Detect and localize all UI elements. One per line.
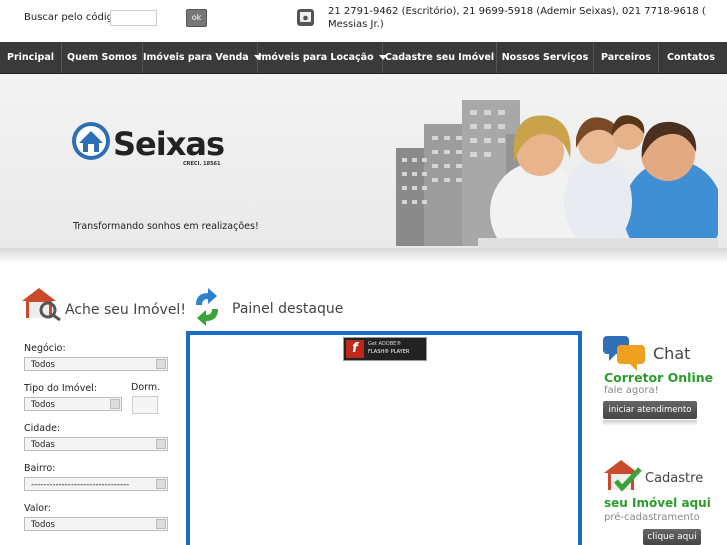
house-check-icon	[604, 460, 642, 492]
tipo-label: Tipo do Imóvel:	[24, 383, 98, 394]
phone-icon	[297, 9, 314, 26]
negocio-label: Negócio:	[24, 343, 66, 354]
featured-panel	[186, 331, 582, 545]
valor-label: Valor:	[24, 503, 51, 514]
cadastre-button[interactable]: clique aqui	[643, 529, 701, 545]
nav-label: Quem Somos	[67, 52, 137, 63]
house-logo-icon	[72, 122, 110, 160]
family-photo	[478, 115, 718, 248]
bairro-value: --------------------------------	[31, 480, 130, 490]
chat-subtitle: Corretor Online	[604, 370, 714, 385]
chat-tagline: fale agora!	[604, 385, 659, 396]
nav-label: Imóveis para Venda	[143, 52, 249, 63]
search-code-label: Buscar pelo código:	[24, 12, 123, 23]
nav-item-servicos[interactable]: Nossos Serviços	[497, 42, 594, 73]
cadastre-tagline: pré-cadastramento	[604, 512, 700, 523]
valor-select[interactable]: Todos	[24, 517, 168, 531]
nav-item-imoveis-locacao[interactable]: Imóveis para Locação	[258, 42, 387, 73]
dropdown-arrow-icon	[110, 399, 120, 409]
bairro-select[interactable]: --------------------------------	[24, 477, 168, 491]
flash-icon: f	[346, 340, 364, 358]
top-bar: Buscar pelo código: ok 21 2791-9462 (Esc…	[0, 0, 727, 42]
flash-player-text: FLASH® PLAYER	[368, 349, 410, 355]
cidade-select[interactable]: Todas	[24, 437, 168, 451]
negocio-value: Todos	[31, 360, 55, 370]
finder-title: Ache seu Imóvel!	[65, 302, 186, 318]
start-chat-button[interactable]: iniciar atendimento	[603, 401, 697, 419]
nav-item-imoveis-venda[interactable]: Imóveis para Venda	[143, 42, 262, 73]
search-code-input[interactable]	[110, 10, 157, 26]
dorm-label: Dorm.	[131, 382, 161, 393]
refresh-arrows-icon	[196, 288, 218, 326]
nav-item-principal[interactable]: Principal	[0, 42, 62, 73]
dorm-input[interactable]	[132, 396, 158, 414]
main-nav: Principal Quem Somos Imóveis para Venda …	[0, 42, 727, 74]
painel-title: Painel destaque	[232, 301, 344, 317]
logo-creci: CRECI. 18561	[183, 161, 221, 167]
flash-get-text: Get ADOBE®	[368, 341, 402, 347]
banner-tagline: Transformando sonhos em realizações!	[73, 221, 259, 232]
nav-label: Principal	[6, 52, 55, 63]
cidade-value: Todas	[31, 440, 55, 450]
chat-title: Chat	[653, 344, 691, 363]
nav-item-quem-somos[interactable]: Quem Somos	[62, 42, 143, 73]
cadastre-subtitle: seu Imóvel aqui	[604, 496, 711, 510]
banner-shadow	[0, 248, 727, 264]
contact-phones: 21 2791-9462 (Escritório), 21 9699-5918 …	[328, 6, 706, 30]
nav-label: Contatos	[667, 52, 715, 63]
cidade-label: Cidade:	[24, 423, 61, 434]
negocio-select[interactable]: Todos	[24, 357, 168, 371]
house-search-icon	[22, 288, 61, 321]
search-ok-button[interactable]: ok	[186, 9, 207, 27]
logo-wordmark: Seixas	[113, 125, 225, 163]
nav-label: Cadastre seu Imóvel	[384, 52, 495, 63]
valor-value: Todos	[31, 520, 55, 530]
nav-item-contatos[interactable]: Contatos	[659, 42, 723, 73]
dropdown-arrow-icon	[156, 479, 166, 489]
nav-label: Nossos Serviços	[501, 52, 589, 63]
button-reflection	[603, 420, 697, 426]
nav-item-parceiros[interactable]: Parceiros	[594, 42, 659, 73]
dropdown-arrow-icon	[156, 359, 166, 369]
dropdown-arrow-icon	[156, 439, 166, 449]
nav-label: Parceiros	[600, 52, 651, 63]
chat-bubbles-icon	[603, 336, 645, 371]
tipo-value: Todos	[31, 400, 55, 410]
cadastre-title: Cadastre	[645, 471, 704, 486]
nav-label: Imóveis para Locação	[258, 52, 374, 63]
get-flash-player-link[interactable]: f Get ADOBE® FLASH® PLAYER	[343, 337, 427, 361]
dropdown-arrow-icon	[156, 519, 166, 529]
nav-item-cadastre[interactable]: Cadastre seu Imóvel	[383, 42, 497, 73]
tipo-select[interactable]: Todos	[24, 397, 122, 411]
bairro-label: Bairro:	[24, 463, 56, 474]
